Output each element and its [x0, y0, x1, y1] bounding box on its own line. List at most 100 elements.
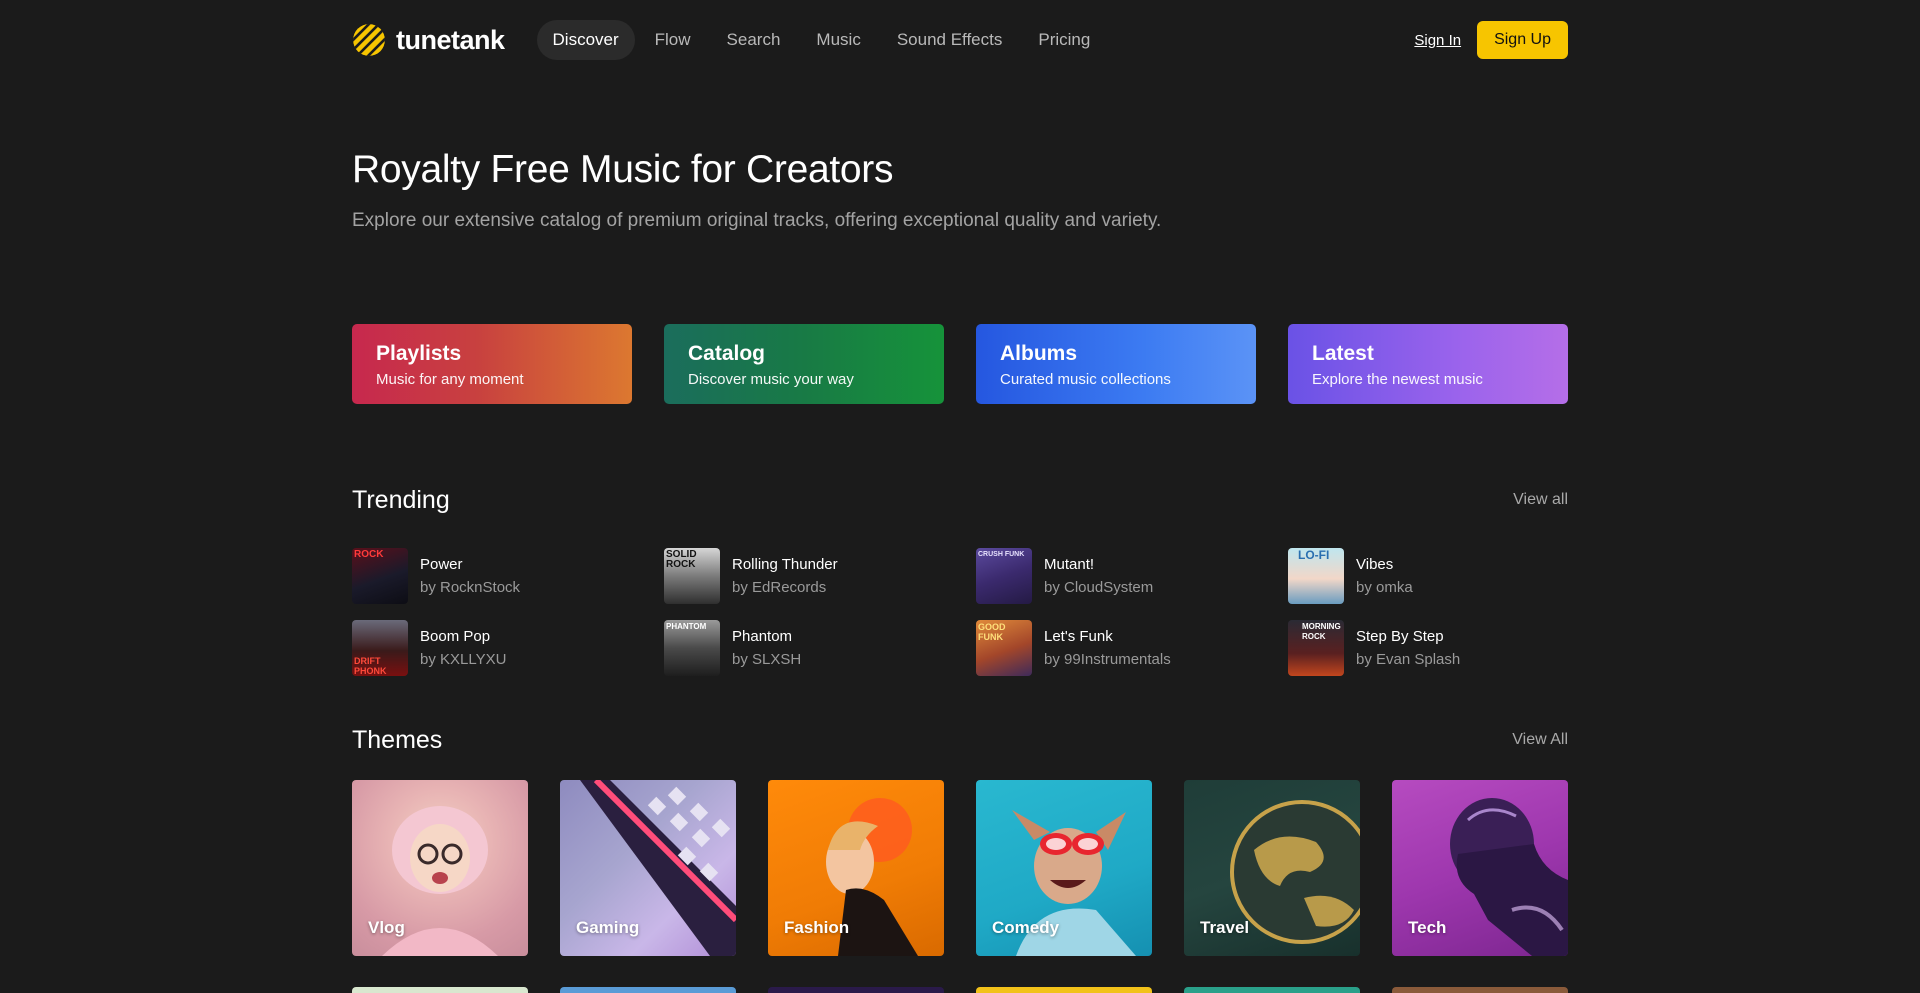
page-subtitle: Explore our extensive catalog of premium… — [352, 210, 1162, 231]
track-cover: DRIFT PHONK — [352, 620, 408, 676]
cover-text: CRUSH FUNK — [978, 551, 1025, 558]
card-subtitle: Discover music your way — [688, 371, 854, 388]
theme-label: Comedy — [992, 918, 1060, 937]
theme-card-peek — [976, 987, 1152, 993]
card-subtitle: Curated music collections — [1000, 371, 1171, 388]
theme-label: Vlog — [368, 918, 405, 937]
category-cards: Playlists Music for any moment Catalog D… — [352, 324, 1568, 404]
theme-card-peek — [560, 987, 736, 993]
track-title: Rolling Thunder — [732, 556, 838, 573]
theme-card-vlog[interactable]: Vlog — [352, 780, 528, 956]
site-header: tunetank Discover Flow Search Music Soun… — [352, 20, 1568, 60]
track-info: Boom Pop by KXLLYXU — [420, 628, 506, 668]
track-item[interactable]: PHANTOM Phantom by SLXSH — [664, 620, 976, 676]
track-title: Phantom — [732, 628, 793, 645]
cover-text: ROCK — [354, 549, 384, 560]
themes-row-2-peek — [352, 987, 1568, 993]
track-title: Vibes — [1356, 556, 1394, 573]
theme-label: Tech — [1408, 918, 1447, 937]
track-item[interactable]: LO-FI Vibes by omka — [1288, 548, 1600, 604]
cover-text: MORNING ROCK — [1302, 622, 1341, 641]
track-info: Phantom by SLXSH — [732, 628, 801, 668]
trending-view-all-link[interactable]: View all — [1513, 491, 1568, 509]
card-title: Catalog — [688, 342, 766, 365]
nav-flow[interactable]: Flow — [639, 20, 707, 60]
track-cover: MORNING ROCK — [1288, 620, 1344, 676]
nav-pricing[interactable]: Pricing — [1022, 20, 1106, 60]
track-artist: by 99Instrumentals — [1044, 651, 1171, 668]
theme-card-comedy[interactable]: Comedy — [976, 780, 1152, 956]
card-subtitle: Music for any moment — [376, 371, 524, 388]
themes-view-all-link[interactable]: View All — [1512, 731, 1568, 749]
track-item[interactable]: MORNING ROCK Step By Step by Evan Splash — [1288, 620, 1600, 676]
track-title: Power — [420, 556, 463, 573]
track-title: Step By Step — [1356, 628, 1444, 645]
card-latest[interactable]: Latest Explore the newest music — [1288, 324, 1568, 404]
card-albums[interactable]: Albums Curated music collections — [976, 324, 1256, 404]
track-item[interactable]: ROCK Power by RocknStock — [352, 548, 664, 604]
cover-text: DRIFT PHONK — [354, 656, 387, 676]
nav-discover[interactable]: Discover — [536, 20, 635, 60]
track-artist: by SLXSH — [732, 651, 802, 668]
themes-grid: Vlog Gaming Fashion Comedy Travel Tech — [352, 780, 1568, 956]
track-info: Power by RocknStock — [420, 556, 520, 596]
track-item[interactable]: SOLID ROCK Rolling Thunder by EdRecords — [664, 548, 976, 604]
nav-music[interactable]: Music — [800, 20, 876, 60]
theme-card-travel[interactable]: Travel — [1184, 780, 1360, 956]
card-subtitle: Explore the newest music — [1312, 371, 1483, 388]
theme-card-tech[interactable]: Tech — [1392, 780, 1568, 956]
track-artist: by EdRecords — [732, 579, 827, 596]
track-title: Boom Pop — [420, 628, 491, 645]
track-artist: by Evan Splash — [1356, 651, 1461, 668]
cover-text: GOOD FUNK — [978, 622, 1006, 642]
card-title: Latest — [1312, 342, 1374, 365]
cover-text: SOLID ROCK — [666, 549, 697, 570]
card-catalog[interactable]: Catalog Discover music your way — [664, 324, 944, 404]
track-artist: by KXLLYXU — [420, 651, 507, 668]
track-info: Rolling Thunder by EdRecords — [732, 556, 838, 596]
track-artist: by CloudSystem — [1044, 579, 1154, 596]
sign-in-link[interactable]: Sign In — [1414, 32, 1461, 49]
theme-label: Travel — [1200, 918, 1250, 937]
track-artist: by RocknStock — [420, 579, 521, 596]
track-item[interactable]: CRUSH FUNK Mutant! by CloudSystem — [976, 548, 1288, 604]
theme-card-peek — [1392, 987, 1568, 993]
theme-card-fashion[interactable]: Fashion — [768, 780, 944, 956]
auth-actions: Sign In Sign Up — [1414, 21, 1568, 59]
track-cover: GOOD FUNK — [976, 620, 1032, 676]
logo[interactable]: tunetank — [352, 23, 505, 57]
track-artist: by omka — [1356, 579, 1413, 596]
track-info: Step By Step by Evan Splash — [1356, 628, 1460, 668]
theme-card-peek — [352, 987, 528, 993]
theme-card-peek — [768, 987, 944, 993]
track-item[interactable]: DRIFT PHONK Boom Pop by KXLLYXU — [352, 620, 664, 676]
track-title: Mutant! — [1044, 556, 1095, 573]
theme-label: Gaming — [576, 918, 640, 937]
theme-card-gaming[interactable]: Gaming — [560, 780, 736, 956]
theme-card-peek — [1184, 987, 1360, 993]
track-title: Let's Funk — [1044, 628, 1113, 645]
sign-up-button[interactable]: Sign Up — [1477, 21, 1568, 59]
track-cover: PHANTOM — [664, 620, 720, 676]
cover-text: LO-FI — [1298, 548, 1330, 562]
cover-text: PHANTOM — [666, 622, 707, 631]
card-title: Playlists — [376, 342, 462, 365]
track-cover: ROCK — [352, 548, 408, 604]
track-info: Mutant! by CloudSystem — [1044, 556, 1153, 596]
track-info: Vibes by omka — [1356, 556, 1413, 596]
trending-list: ROCK Power by RocknStock SOLID ROCK Roll… — [352, 548, 1568, 676]
nav-sound-effects[interactable]: Sound Effects — [881, 20, 1019, 60]
nav-search[interactable]: Search — [711, 20, 797, 60]
track-item[interactable]: GOOD FUNK Let's Funk by 99Instrumentals — [976, 620, 1288, 676]
track-cover: CRUSH FUNK — [976, 548, 1032, 604]
tunetank-logo-icon — [353, 24, 385, 56]
track-info: Let's Funk by 99Instrumentals — [1044, 628, 1171, 668]
card-title: Albums — [1000, 342, 1078, 365]
logo-text: tunetank — [396, 24, 505, 55]
track-cover: LO-FI — [1288, 548, 1344, 604]
themes-heading: Themes — [352, 726, 443, 754]
main-nav: Discover Flow Search Music Sound Effects… — [536, 20, 1107, 60]
card-playlists[interactable]: Playlists Music for any moment — [352, 324, 632, 404]
page-title: Royalty Free Music for Creators — [352, 148, 894, 191]
trending-heading: Trending — [352, 486, 450, 514]
